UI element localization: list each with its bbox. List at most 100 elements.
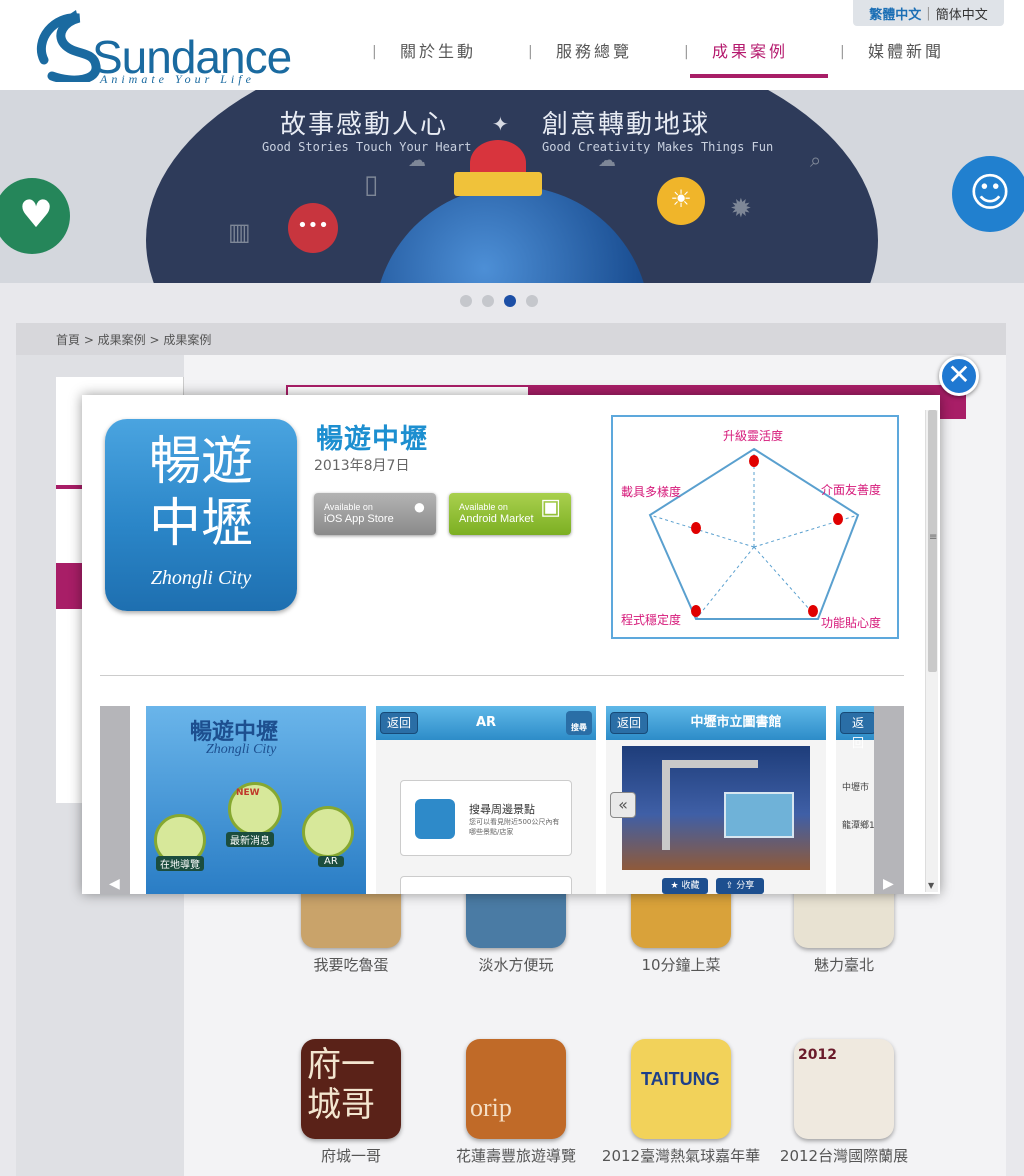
lang-traditional[interactable]: 繁體中文 — [869, 4, 921, 23]
house-icon — [415, 799, 455, 839]
app-card[interactable]: orip 花蓮壽豐旅遊導覽 — [436, 1039, 596, 1165]
lang-simplified[interactable]: 簡体中文 — [936, 4, 988, 23]
lang-separator: | — [926, 5, 931, 21]
nearby-title: 搜尋周邊景點 — [469, 803, 535, 816]
app-thumbnail: TAITUNG — [631, 1039, 731, 1139]
gallery-next-button[interactable]: ▶ — [874, 706, 904, 894]
text-line: 中壢市 — [842, 783, 870, 793]
shot-partial-titlebar: 返回 — [836, 706, 876, 750]
search-button: 搜尋 — [566, 711, 592, 735]
shot-ar-titlebar: 返回 AR 搜尋 — [376, 706, 596, 740]
app-name: 花蓮壽豐旅遊導覽 — [455, 1147, 576, 1165]
smiley-bubble-icon: ☺ — [952, 156, 1024, 232]
language-switcher: 繁體中文 | 簡体中文 — [853, 0, 1004, 26]
screenshot-home[interactable]: 暢遊中壢 Zhongli City NEW 最新消息 在地導覽 AR — [146, 706, 366, 894]
banner-sub-left: Good Stories Touch Your Heart — [262, 140, 472, 154]
nav-services[interactable]: 服務總覽 — [516, 30, 672, 78]
back-button: 返回 — [380, 712, 419, 734]
share-button: ⇪ 分享 — [716, 878, 764, 894]
radar-label-function: 功能貼心度 — [821, 616, 882, 630]
nearby-item: 搜尋周邊景點 您可以看見附近500公尺內有哪些景點/店家 — [400, 780, 572, 856]
app-name: 10分鐘上菜 — [641, 956, 721, 974]
chat-bubble-icon: ••• — [288, 203, 338, 253]
ios-app-store-button[interactable]: Available on iOS App Store ● — [314, 493, 436, 535]
shot-library-title: 中壢市立圖書館 — [690, 715, 782, 730]
radar-label-devices: 載具多樣度 — [621, 485, 682, 499]
back-button: 返回 — [610, 712, 649, 734]
arrow-right-icon: ▶ — [883, 876, 894, 892]
phone-icon: ▯ — [364, 170, 379, 200]
library-building — [724, 792, 794, 838]
banner-headline-left: 故事感動人心 — [280, 110, 449, 140]
slider-dot[interactable] — [482, 295, 494, 307]
latest-news-label: 最新消息 — [226, 832, 274, 847]
second-item — [400, 876, 572, 894]
nearby-desc: 您可以看見附近500公尺內有哪些景點/店家 — [469, 818, 560, 836]
screenshot-library[interactable]: 返回 中壢市立圖書館 « ★ 收藏 ⇪ 分享 — [606, 706, 826, 894]
app-thumbnail: 2012 — [794, 1039, 894, 1139]
breadcrumb[interactable]: 首頁 > 成果案例 > 成果案例 — [16, 323, 1006, 355]
hero-banner[interactable]: 故事感動人心 ✦ 創意轉動地球 Good Stories Touch Your … — [0, 90, 1024, 283]
screenshot-ar[interactable]: 返回 AR 搜尋 搜尋周邊景點 您可以看見附近500公尺內有哪些景點/店家 — [376, 706, 596, 894]
favorite-button: ★ 收藏 — [662, 878, 708, 894]
app-title: 暢遊中壢 — [316, 424, 428, 455]
book-icon — [454, 172, 542, 196]
back-button: 返回 — [840, 712, 876, 750]
app-icon-large: 暢遊 中壢 Zhongli City — [105, 419, 297, 611]
sparkle-icon: ✦ — [492, 112, 509, 136]
radar-label-stability: 程式穩定度 — [621, 613, 682, 627]
lightbulb-icon: ☀ — [657, 177, 705, 225]
library-photo — [622, 746, 810, 870]
android-icon: ▣ — [540, 494, 561, 519]
app-card[interactable]: TAITUNG 2012臺灣熱氣球嘉年華 — [601, 1039, 761, 1165]
gear-icon: ✹ — [730, 194, 752, 224]
radar-points — [691, 455, 843, 617]
heart-bubble-icon: ♥ — [0, 178, 70, 254]
android-market-button[interactable]: Available on Android Market ▣ — [449, 493, 571, 535]
nav-media[interactable]: 媒體新聞 — [828, 30, 984, 78]
cloud-icon: ☁ — [408, 150, 426, 171]
grip-icon: ≡ — [929, 532, 938, 543]
arrow-left-icon: ◀ — [109, 876, 120, 892]
modal-close-button[interactable]: ✕ — [939, 356, 979, 396]
app-detail-modal: 暢遊 中壢 Zhongli City 暢遊中壢 2013年8月7日 Availab… — [82, 395, 940, 894]
slider-dot[interactable] — [526, 295, 538, 307]
app-release-date: 2013年8月7日 — [314, 458, 410, 474]
nav-about[interactable]: 關於生動 — [360, 30, 516, 78]
radar-label-upgrade: 升級靈活度 — [723, 429, 784, 443]
ar-label: AR — [318, 856, 344, 867]
logo-tagline: Animate Your Life — [100, 72, 255, 86]
modal-scrollbar[interactable]: ≡ ▼ — [925, 410, 938, 892]
double-chevron-left-icon: « — [610, 792, 636, 818]
new-badge: NEW — [236, 788, 260, 798]
scrollbar-thumb[interactable]: ≡ — [928, 410, 937, 672]
sundance-logo[interactable]: Sundance Animate Your Life — [34, 10, 292, 86]
shot-home-subtitle: Zhongli City — [206, 742, 277, 757]
modal-divider — [100, 675, 904, 676]
shot-ar-title: AR — [475, 715, 497, 730]
banner-sub-right: Good Creativity Makes Things Fun — [542, 140, 774, 154]
main-nav: 關於生動 服務總覽 成果案例 媒體新聞 — [360, 30, 984, 78]
slider-dot[interactable] — [460, 295, 472, 307]
radar-svg — [648, 447, 860, 620]
scroll-down-arrow-icon[interactable]: ▼ — [928, 881, 934, 890]
app-name: 2012臺灣熱氣球嘉年華 — [601, 1147, 761, 1165]
cloud-icon-right: ☁ — [598, 150, 616, 171]
app-icon-title: 暢遊 中壢 — [148, 432, 253, 554]
app-card[interactable]: 府一 城哥 府城一哥 — [271, 1039, 431, 1165]
search-icon: ⌕ — [810, 148, 822, 172]
radar-label-interface: 介面友善度 — [821, 483, 882, 497]
slider-dot-active[interactable] — [504, 295, 516, 307]
app-name: 2012台灣國際蘭展 — [779, 1147, 909, 1165]
nav-portfolio[interactable]: 成果案例 — [672, 30, 828, 78]
app-card[interactable]: 2012 2012台灣國際蘭展 — [764, 1039, 924, 1165]
app-name: 淡水方便玩 — [478, 956, 554, 974]
screenshot-gallery: ◀ 暢遊中壢 Zhongli City NEW 最新消息 在地導覽 AR 返回 … — [100, 706, 904, 894]
rating-radar-chart: 升級靈活度 介面友善度 功能貼心度 程式穩定度 載具多樣度 — [611, 415, 899, 639]
map-icon: ▥ — [228, 218, 251, 246]
banner-headline-right: 創意轉動地球 — [542, 110, 711, 140]
gallery-prev-button[interactable]: ◀ — [100, 706, 130, 894]
screenshot-partial[interactable]: 返回 中壢市 龍潭鄉1 — [836, 706, 876, 894]
shot-library-titlebar: 返回 中壢市立圖書館 — [606, 706, 826, 740]
app-thumbnail: orip — [466, 1039, 566, 1139]
